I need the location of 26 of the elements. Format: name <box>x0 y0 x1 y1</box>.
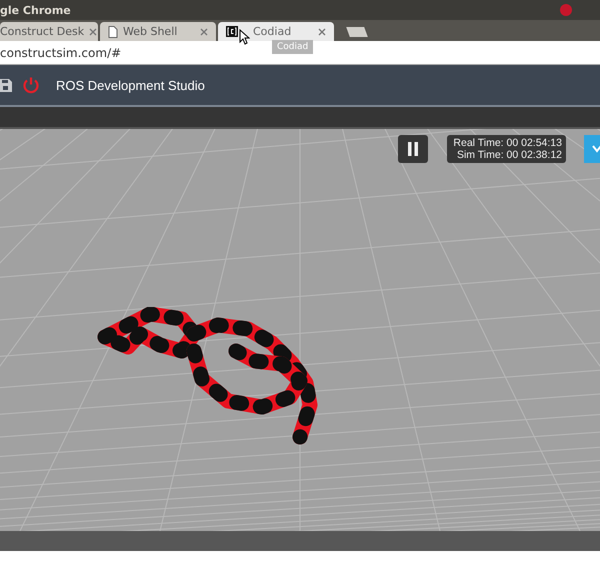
power-icon[interactable] <box>22 76 40 94</box>
tooltip: Codiad <box>272 40 314 54</box>
save-icon[interactable] <box>0 78 12 92</box>
browser-tab[interactable]: Web Shell <box>100 22 216 41</box>
browser-tab[interactable]: Codiad <box>218 22 334 41</box>
pause-icon <box>407 142 419 156</box>
browser-tab[interactable]: Construct Desk <box>0 22 98 41</box>
url-text: constructsim.com/# <box>0 46 122 60</box>
simulation-viewport[interactable]: Real Time: 00 02:54:13 Sim Time: 00 02:38:12 <box>0 129 600 531</box>
window-title: gle Chrome <box>0 4 71 16</box>
page-icon <box>108 26 118 38</box>
close-icon[interactable] <box>200 28 208 36</box>
real-time-text: Real Time: 00 02:54:13 <box>453 137 562 149</box>
tab-label: Codiad <box>253 25 292 38</box>
cursor-icon <box>239 29 250 45</box>
close-icon[interactable] <box>318 28 326 36</box>
tab-label: Web Shell <box>123 25 178 38</box>
tab-label: Construct Desk <box>0 25 84 38</box>
app-title: ROS Development Studio <box>56 78 205 92</box>
chevron-icon <box>592 144 600 154</box>
close-icon[interactable] <box>560 4 572 16</box>
pause-button[interactable] <box>398 135 428 163</box>
close-icon[interactable] <box>89 28 98 36</box>
bracket-c-icon <box>226 26 238 37</box>
new-tab-button[interactable] <box>346 27 368 37</box>
sim-time-text: Sim Time: 00 02:38:12 <box>456 149 562 161</box>
